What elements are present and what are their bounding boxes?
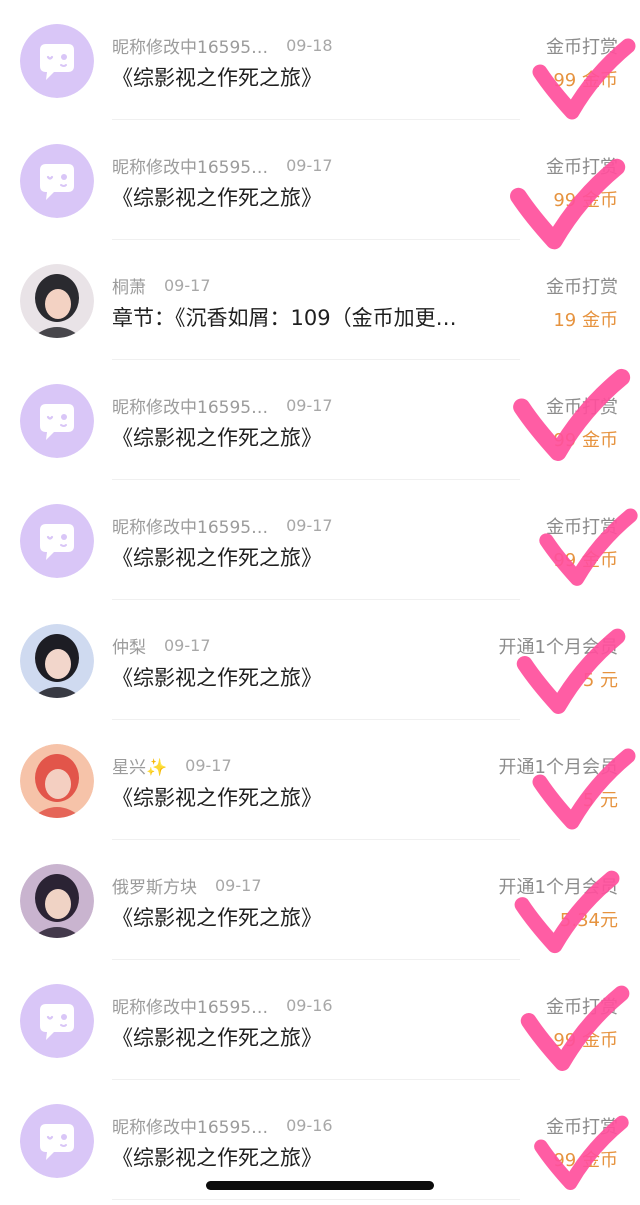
- home-indicator[interactable]: [206, 1181, 434, 1190]
- bubble-avatar-icon[interactable]: [20, 384, 94, 458]
- reward-type: 金币打赏: [546, 277, 618, 298]
- sender-name[interactable]: 昵称修改中16595…: [112, 993, 268, 1018]
- book-title: 章节：《沉香如屑：109（金币加更…: [112, 306, 457, 330]
- book-title: 《综影视之作死之旅》: [112, 426, 322, 450]
- record-date: 09-16: [286, 1115, 333, 1135]
- sender-name[interactable]: 俄罗斯方块: [112, 873, 197, 898]
- book-title: 《综影视之作死之旅》: [112, 546, 322, 570]
- sender-name[interactable]: 仲梨: [112, 633, 146, 658]
- reward-type: 开通1个月会员: [498, 637, 618, 658]
- reward-record-row[interactable]: 昵称修改中16595… 09-16 《综影视之作死之旅》 金币打赏 99 金币: [0, 960, 640, 1080]
- record-date: 09-17: [286, 515, 333, 535]
- reward-record-list: 昵称修改中16595… 09-18 《综影视之作死之旅》 金币打赏 99 金币 昵称修改中…: [0, 0, 640, 1205]
- row-divider: [112, 1199, 520, 1200]
- reward-record-row[interactable]: 昵称修改中16595… 09-17 《综影视之作死之旅》 金币打赏 99 金币: [0, 120, 640, 240]
- sender-name[interactable]: 桐萧: [112, 273, 146, 298]
- reward-type: 金币打赏: [546, 397, 618, 418]
- reward-amount: 99 金币: [553, 70, 618, 91]
- record-date: 09-17: [215, 875, 262, 895]
- reward-record-row[interactable]: 星兴✨ 09-17 《综影视之作死之旅》 开通1个月会员 5 元: [0, 720, 640, 840]
- reward-amount: 99 金币: [553, 1030, 618, 1051]
- record-date: 09-17: [286, 395, 333, 415]
- reward-amount: 5.34元: [559, 910, 618, 931]
- bubble-avatar-icon[interactable]: [20, 144, 94, 218]
- sender-name[interactable]: 星兴✨: [112, 753, 167, 778]
- sender-line: 星兴✨ 09-17: [112, 752, 232, 778]
- reward-amount: 99 金币: [553, 430, 618, 451]
- sender-name[interactable]: 昵称修改中16595…: [112, 153, 268, 178]
- book-title: 《综影视之作死之旅》: [112, 786, 322, 810]
- book-title: 《综影视之作死之旅》: [112, 186, 322, 210]
- record-date: 09-17: [185, 755, 232, 775]
- reward-type: 金币打赏: [546, 37, 618, 58]
- bubble-avatar-icon[interactable]: [20, 984, 94, 1058]
- sender-name[interactable]: 昵称修改中16595…: [112, 1113, 268, 1138]
- reward-record-row[interactable]: 桐萧 09-17 章节：《沉香如屑：109（金币加更… 金币打赏 19 金币: [0, 240, 640, 360]
- sender-line: 昵称修改中16595… 09-17: [112, 512, 333, 538]
- reward-type: 开通1个月会员: [498, 757, 618, 778]
- reward-record-row[interactable]: 昵称修改中16595… 09-17 《综影视之作死之旅》 金币打赏 99 金币: [0, 360, 640, 480]
- sender-name[interactable]: 昵称修改中16595…: [112, 513, 268, 538]
- record-date: 09-17: [164, 275, 211, 295]
- sender-name[interactable]: 昵称修改中16595…: [112, 393, 268, 418]
- reward-record-row[interactable]: 昵称修改中16595… 09-17 《综影视之作死之旅》 金币打赏 99 金币: [0, 480, 640, 600]
- sender-line: 昵称修改中16595… 09-17: [112, 152, 333, 178]
- user-photo-avatar[interactable]: [20, 624, 94, 698]
- bubble-avatar-icon[interactable]: [20, 504, 94, 578]
- record-date: 09-17: [286, 155, 333, 175]
- sender-line: 昵称修改中16595… 09-16: [112, 992, 333, 1018]
- reward-type: 金币打赏: [546, 157, 618, 178]
- user-photo-avatar[interactable]: [20, 744, 94, 818]
- bubble-avatar-icon[interactable]: [20, 24, 94, 98]
- sender-line: 仲梨 09-17: [112, 632, 211, 658]
- reward-record-row[interactable]: 仲梨 09-17 《综影视之作死之旅》 开通1个月会员 5 元: [0, 600, 640, 720]
- reward-type: 金币打赏: [546, 1117, 618, 1138]
- reward-type: 金币打赏: [546, 517, 618, 538]
- sender-line: 昵称修改中16595… 09-16: [112, 1112, 333, 1138]
- reward-amount: 5 元: [582, 670, 618, 691]
- reward-record-row[interactable]: 俄罗斯方块 09-17 《综影视之作死之旅》 开通1个月会员 5.34元: [0, 840, 640, 960]
- user-photo-avatar[interactable]: [20, 864, 94, 938]
- reward-type: 金币打赏: [546, 997, 618, 1018]
- sender-name[interactable]: 昵称修改中16595…: [112, 33, 268, 58]
- reward-amount: 99 金币: [553, 550, 618, 571]
- reward-amount: 99 金币: [553, 1150, 618, 1171]
- bubble-avatar-icon[interactable]: [20, 1104, 94, 1178]
- reward-amount: 5 元: [582, 790, 618, 811]
- record-date: 09-16: [286, 995, 333, 1015]
- reward-amount: 19 金币: [553, 310, 618, 331]
- sender-line: 俄罗斯方块 09-17: [112, 872, 262, 898]
- reward-record-row[interactable]: 昵称修改中16595… 09-18 《综影视之作死之旅》 金币打赏 99 金币: [0, 0, 640, 120]
- sender-line: 昵称修改中16595… 09-18: [112, 32, 333, 58]
- book-title: 《综影视之作死之旅》: [112, 906, 322, 930]
- book-title: 《综影视之作死之旅》: [112, 1146, 322, 1170]
- sender-line: 昵称修改中16595… 09-17: [112, 392, 333, 418]
- book-title: 《综影视之作死之旅》: [112, 66, 322, 90]
- reward-amount: 99 金币: [553, 190, 618, 211]
- book-title: 《综影视之作死之旅》: [112, 1026, 322, 1050]
- sender-line: 桐萧 09-17: [112, 272, 211, 298]
- reward-type: 开通1个月会员: [498, 877, 618, 898]
- record-date: 09-17: [164, 635, 211, 655]
- book-title: 《综影视之作死之旅》: [112, 666, 322, 690]
- record-date: 09-18: [286, 35, 333, 55]
- user-photo-avatar[interactable]: [20, 264, 94, 338]
